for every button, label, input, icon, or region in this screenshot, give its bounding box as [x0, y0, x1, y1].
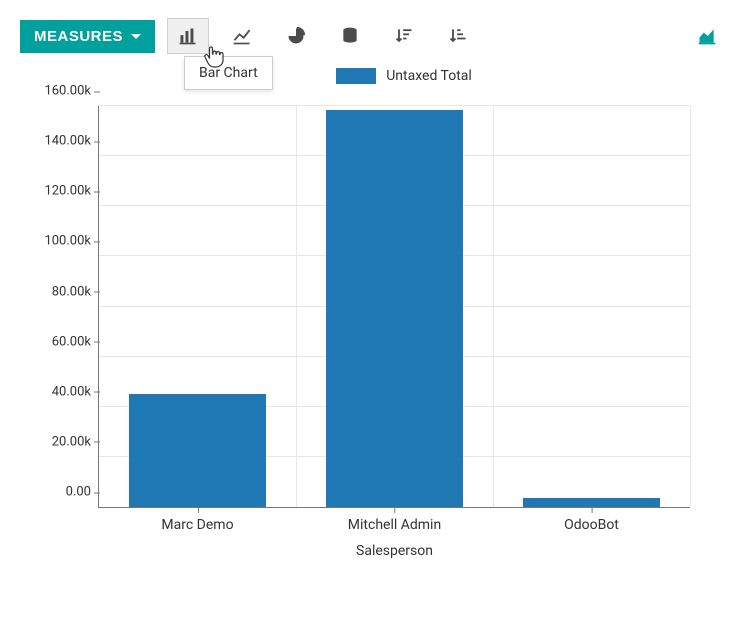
- x-tick: Mitchell Admin: [348, 507, 441, 533]
- stacked-button[interactable]: [329, 18, 371, 54]
- x-tick: OdooBot: [564, 507, 619, 533]
- legend-label: Untaxed Total: [386, 68, 472, 84]
- bar[interactable]: [326, 110, 464, 507]
- grid-line: [493, 106, 494, 507]
- pie-chart-icon: [286, 26, 306, 46]
- chart: Salesperson 0.00 20.00k 40.00k 60.00k 80.00k…: [18, 88, 720, 568]
- measures-label: MEASURES: [34, 28, 123, 45]
- bar[interactable]: [523, 498, 661, 507]
- bar-chart-icon: [178, 26, 198, 46]
- y-tick: 120.00k: [44, 184, 99, 199]
- measures-button[interactable]: MEASURES: [20, 20, 155, 53]
- sort-desc-button[interactable]: [383, 18, 425, 54]
- line-chart-icon: [232, 26, 252, 46]
- grid-line: [99, 105, 690, 106]
- y-tick: 40.00k: [52, 384, 99, 399]
- y-tick: 160.00k: [44, 84, 99, 99]
- y-tick: 0.00: [66, 485, 99, 500]
- plot-area: Salesperson 0.0020.00k40.00k60.00k80.00k…: [98, 106, 690, 508]
- graph-view-button[interactable]: [686, 18, 728, 54]
- grid-line: [690, 106, 691, 507]
- tooltip-bar-chart: Bar Chart: [184, 56, 273, 90]
- x-axis-label: Salesperson: [356, 543, 433, 559]
- y-tick: 100.00k: [44, 234, 99, 249]
- y-tick: 140.00k: [44, 134, 99, 149]
- area-chart-icon: [697, 26, 717, 46]
- line-chart-button[interactable]: [221, 18, 263, 54]
- grid-line: [296, 106, 297, 507]
- toolbar: MEASURES: [0, 0, 748, 62]
- y-tick: 60.00k: [52, 334, 99, 349]
- y-tick: 80.00k: [52, 284, 99, 299]
- caret-down-icon: [131, 34, 141, 39]
- sort-desc-icon: [394, 26, 414, 46]
- sort-asc-icon: [448, 26, 468, 46]
- x-tick: Marc Demo: [161, 507, 233, 533]
- legend-swatch: [336, 68, 376, 84]
- bar[interactable]: [129, 394, 267, 507]
- bar-chart-button[interactable]: [167, 18, 209, 54]
- database-icon: [340, 26, 360, 46]
- y-tick: 20.00k: [52, 434, 99, 449]
- pie-chart-button[interactable]: [275, 18, 317, 54]
- legend: Untaxed Total: [60, 62, 748, 88]
- sort-asc-button[interactable]: [437, 18, 479, 54]
